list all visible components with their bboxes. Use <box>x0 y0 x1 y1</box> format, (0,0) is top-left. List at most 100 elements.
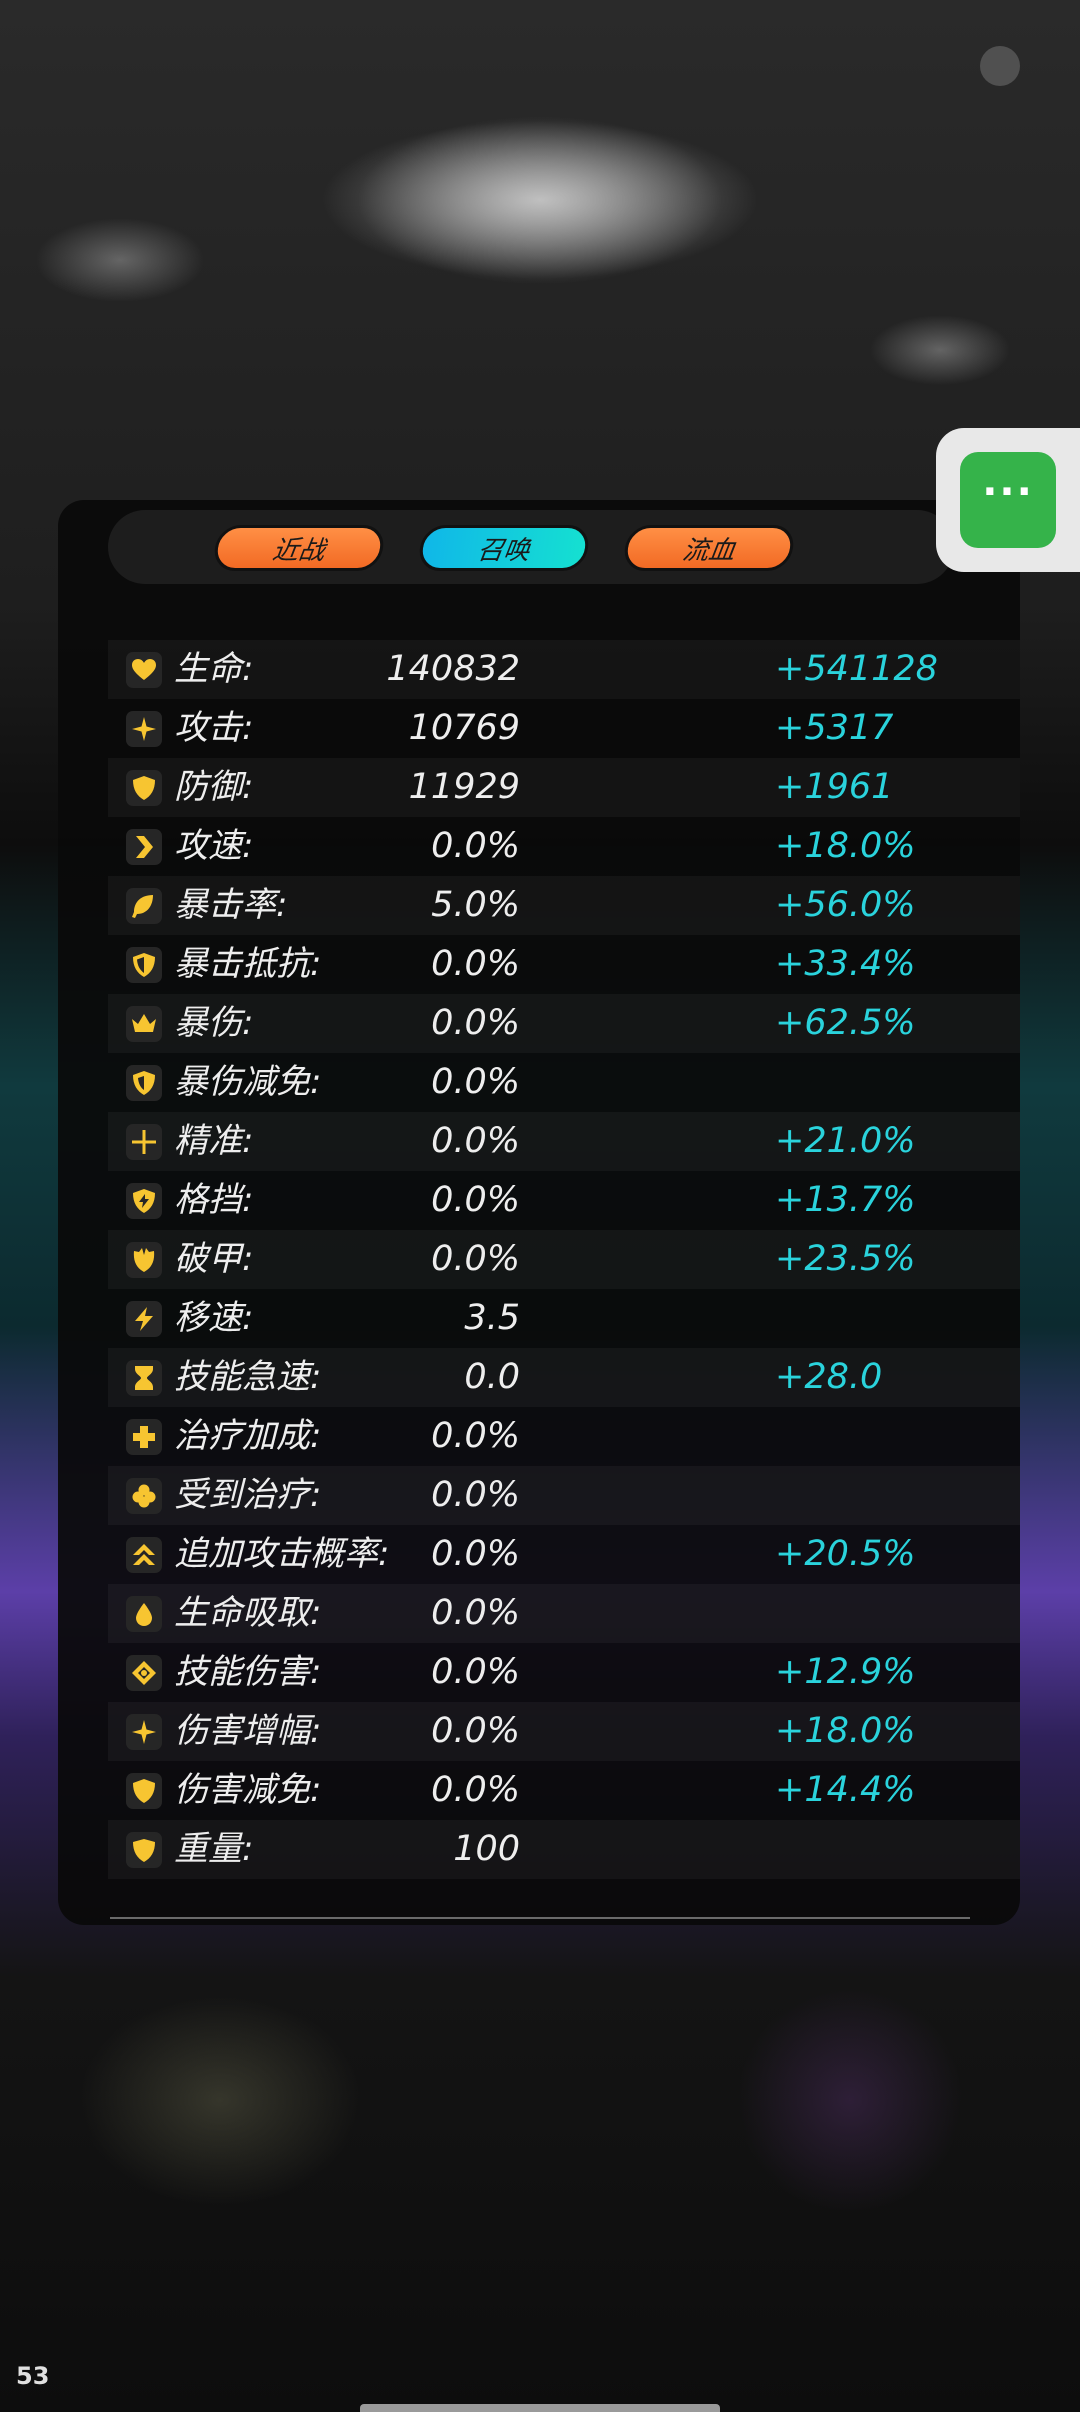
stat-bonus: +62.5% <box>775 1003 916 1043</box>
clover-icon <box>126 1478 162 1514</box>
stat-bonus: +23.5% <box>775 1239 916 1279</box>
chevron-right-icon <box>126 829 162 865</box>
game-screen: 近战 召唤 流血 生命: 140832 +541128 攻击: 10769 +5317 防御… <box>0 0 1080 2412</box>
stat-row: 攻击: 10769 +5317 <box>108 699 1020 758</box>
stat-value: 10769 <box>408 708 520 748</box>
hourglass-icon <box>126 1360 162 1396</box>
stat-row: 受到治疗: 0.0% <box>108 1466 1020 1525</box>
stat-row: 生命吸取: 0.0% <box>108 1584 1020 1643</box>
stat-bonus: +12.9% <box>775 1652 916 1692</box>
stat-value: 0.0% <box>431 1416 520 1456</box>
stat-label: 生命: <box>174 649 254 689</box>
target-icon <box>126 1655 162 1691</box>
stat-row: 暴伤: 0.0% +62.5% <box>108 994 1020 1053</box>
stat-value: 0.0% <box>431 1593 520 1633</box>
tag-bar: 近战 召唤 流血 <box>108 510 954 584</box>
stat-label: 生命吸取: <box>174 1593 322 1633</box>
stat-label: 防御: <box>174 767 254 807</box>
fps-counter: 53 <box>16 2362 50 2390</box>
stat-label: 破甲: <box>174 1239 254 1279</box>
stat-value: 11929 <box>408 767 520 807</box>
stat-label: 暴击率: <box>174 885 288 925</box>
stat-value: 0.0% <box>431 1652 520 1692</box>
stat-value: 0.0% <box>431 826 520 866</box>
stats-panel: 近战 召唤 流血 生命: 140832 +541128 攻击: 10769 +5317 防御… <box>58 500 1020 1925</box>
stat-value: 0.0% <box>431 1121 520 1161</box>
stat-row: 伤害减免: 0.0% +14.4% <box>108 1761 1020 1820</box>
tag-melee[interactable]: 近战 <box>211 525 387 571</box>
stat-value: 0.0% <box>431 944 520 984</box>
stat-row: 技能急速: 0.0 +28.0 <box>108 1348 1020 1407</box>
stat-bonus: +18.0% <box>775 826 916 866</box>
stat-value: 140832 <box>386 649 520 689</box>
stat-row: 追加攻击概率: 0.0% +20.5% <box>108 1525 1020 1584</box>
stat-label: 精准: <box>174 1121 254 1161</box>
star-icon <box>126 711 162 747</box>
stat-bonus: +28.0 <box>775 1357 883 1397</box>
leaf-icon <box>126 888 162 924</box>
lightning-icon <box>126 1301 162 1337</box>
stat-bonus: +1961 <box>775 767 894 807</box>
stat-row: 移速: 3.5 <box>108 1289 1020 1348</box>
shield-icon <box>126 1773 162 1809</box>
stat-label: 受到治疗: <box>174 1475 322 1515</box>
blurred-game-logo <box>320 120 760 280</box>
stat-label: 暴伤: <box>174 1003 254 1043</box>
stat-bonus: +13.7% <box>775 1180 916 1220</box>
stat-row: 治疗加成: 0.0% <box>108 1407 1020 1466</box>
stat-label: 伤害减免: <box>174 1770 322 1810</box>
stat-row: 精准: 0.0% +21.0% <box>108 1112 1020 1171</box>
tag-bleed[interactable]: 流血 <box>621 525 797 571</box>
stat-row: 暴击率: 5.0% +56.0% <box>108 876 1020 935</box>
stat-bonus: +33.4% <box>775 944 916 984</box>
stat-label: 攻击: <box>174 708 254 748</box>
stat-row: 防御: 11929 +1961 <box>108 758 1020 817</box>
stat-label: 伤害增幅: <box>174 1711 322 1751</box>
stat-label: 技能急速: <box>174 1357 322 1397</box>
stat-label: 攻速: <box>174 826 254 866</box>
stat-label: 技能伤害: <box>174 1652 322 1692</box>
stat-value: 0.0% <box>431 1475 520 1515</box>
plus-icon <box>126 1419 162 1455</box>
stat-bonus: +14.4% <box>775 1770 916 1810</box>
home-indicator[interactable] <box>360 2404 720 2412</box>
half-shield-icon <box>126 947 162 983</box>
stat-row: 破甲: 0.0% +23.5% <box>108 1230 1020 1289</box>
stat-bonus: +5317 <box>775 708 894 748</box>
floating-menu-tray: ··· <box>936 428 1080 572</box>
stat-label: 暴击抵抗: <box>174 944 322 984</box>
tag-summon[interactable]: 召唤 <box>416 525 592 571</box>
stat-value: 5.0% <box>431 885 520 925</box>
stat-row: 生命: 140832 +541128 <box>108 640 1020 699</box>
crown-icon <box>126 1006 162 1042</box>
stat-value: 0.0% <box>431 1239 520 1279</box>
stat-label: 格挡: <box>174 1180 254 1220</box>
stat-bonus: +20.5% <box>775 1534 916 1574</box>
shield-icon <box>126 770 162 806</box>
close-icon[interactable] <box>980 46 1020 86</box>
stat-label: 暴伤减免: <box>174 1062 322 1102</box>
stat-bonus: +18.0% <box>775 1711 916 1751</box>
stat-value: 0.0% <box>431 1711 520 1751</box>
stat-value: 0.0% <box>431 1180 520 1220</box>
weight-shield-icon <box>126 1832 162 1868</box>
stat-value: 0.0% <box>431 1062 520 1102</box>
stat-value: 0.0% <box>431 1534 520 1574</box>
stat-label: 移速: <box>174 1298 254 1338</box>
stat-row: 重量: 100 <box>108 1820 1020 1879</box>
double-up-icon <box>126 1537 162 1573</box>
stat-bonus: +541128 <box>775 649 938 689</box>
stat-value: 0.0% <box>431 1003 520 1043</box>
stat-value: 0.0 <box>464 1357 520 1397</box>
crosshair-icon <box>126 1124 162 1160</box>
more-icon[interactable]: ··· <box>960 452 1056 548</box>
stat-label: 追加攻击概率: <box>174 1534 390 1574</box>
stat-row: 技能伤害: 0.0% +12.9% <box>108 1643 1020 1702</box>
stat-label: 重量: <box>174 1829 254 1869</box>
stat-value: 100 <box>453 1829 520 1869</box>
heart-icon <box>126 652 162 688</box>
stat-value: 0.0% <box>431 1770 520 1810</box>
divider <box>110 1917 970 1919</box>
drop-icon <box>126 1596 162 1632</box>
stat-row: 暴击抵抗: 0.0% +33.4% <box>108 935 1020 994</box>
